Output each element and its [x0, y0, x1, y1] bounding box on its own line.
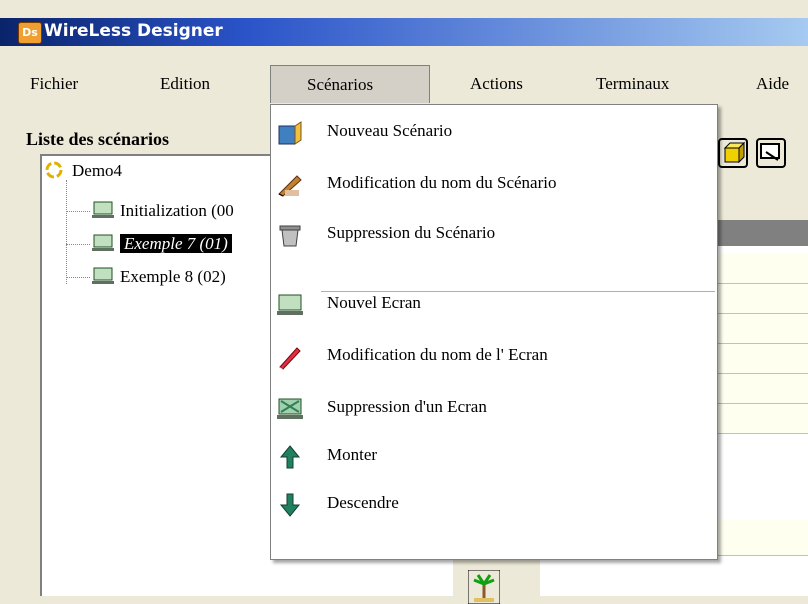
screen-edit-icon	[760, 143, 780, 161]
menu-item-suppression-scenario[interactable]: Suppression du Scénario	[271, 209, 715, 259]
menu-item-monter[interactable]: Monter	[271, 431, 715, 481]
scenarios-dropdown-menu: Nouveau Scénario Modification du nom du …	[270, 104, 718, 560]
scenario-circle-icon	[45, 161, 63, 179]
menu-actions[interactable]: Actions	[470, 65, 523, 103]
new-scenario-icon	[278, 121, 302, 145]
menu-aide[interactable]: Aide	[756, 65, 789, 103]
tree-item-exemple-7[interactable]: Exemple 7 (01)	[92, 231, 232, 257]
menu-bar: Fichier Edition Scénarios Actions Termin…	[0, 65, 808, 103]
tree-item-label: Exemple 8 (02)	[120, 267, 226, 286]
toolbar-button[interactable]	[718, 138, 748, 168]
panel-title: Liste des scénarios	[26, 129, 169, 149]
menu-scenarios[interactable]: Scénarios	[270, 65, 430, 103]
menu-item-nouveau-scenario[interactable]: Nouveau Scénario	[271, 107, 715, 157]
menu-item-label: Nouvel Ecran	[327, 293, 421, 312]
screen-icon	[92, 201, 114, 218]
title-bar[interactable]: Ds WireLess Designer	[0, 18, 808, 46]
menu-item-label: Nouveau Scénario	[327, 121, 453, 140]
menu-item-suppression-ecran[interactable]: Suppression d'un Ecran	[271, 383, 715, 433]
menu-item-label: Monter	[327, 445, 378, 464]
screen-icon	[92, 267, 114, 284]
menu-edition[interactable]: Edition	[160, 65, 210, 103]
menu-item-modification-nom-scenario[interactable]: Modification du nom du Scénario	[271, 159, 715, 209]
window-title: WireLess Designer	[44, 21, 223, 41]
arrow-up-icon	[279, 445, 301, 469]
menu-item-nouvel-ecran[interactable]: Nouvel Ecran	[271, 279, 715, 329]
menu-item-label: Modification du nom de l' Ecran	[327, 345, 548, 364]
menu-terminaux[interactable]: Terminaux	[596, 65, 669, 103]
tree-line	[66, 180, 67, 284]
tree-line	[66, 244, 90, 245]
delete-screen-icon	[277, 398, 303, 419]
tree-item-label: Initialization (00	[120, 201, 234, 220]
tree-item-demo4[interactable]: Demo4	[44, 158, 122, 184]
new-screen-icon	[277, 294, 303, 315]
screen-icon	[92, 234, 114, 251]
menu-item-label: Suppression d'un Ecran	[327, 397, 487, 416]
trash-icon	[279, 225, 301, 247]
tree-line	[66, 211, 90, 212]
toolbar-button[interactable]	[756, 138, 786, 168]
tree-item-initialization[interactable]: Initialization (00	[92, 198, 234, 224]
menu-item-descendre[interactable]: Descendre	[271, 479, 715, 529]
pencil-icon	[279, 347, 301, 370]
menu-fichier[interactable]: Fichier	[30, 65, 78, 103]
tree-item-exemple-8[interactable]: Exemple 8 (02)	[92, 264, 226, 290]
tree-item-label: Demo4	[72, 161, 123, 180]
menu-item-label: Descendre	[327, 493, 399, 512]
title-bar-area: Ds WireLess Designer	[0, 0, 808, 46]
menu-item-label: Modification du nom du Scénario	[327, 173, 557, 192]
palm-tree-icon[interactable]	[468, 570, 500, 604]
menu-item-modification-nom-ecran[interactable]: Modification du nom de l' Ecran	[271, 331, 715, 381]
tree-line	[66, 277, 90, 278]
rename-scenario-icon	[278, 175, 302, 197]
arrow-down-icon	[279, 493, 301, 517]
menu-item-label: Suppression du Scénario	[327, 223, 496, 242]
cube-icon	[723, 141, 746, 164]
app-icon: Ds	[18, 22, 42, 44]
tree-item-label-selected: Exemple 7 (01)	[120, 234, 232, 253]
